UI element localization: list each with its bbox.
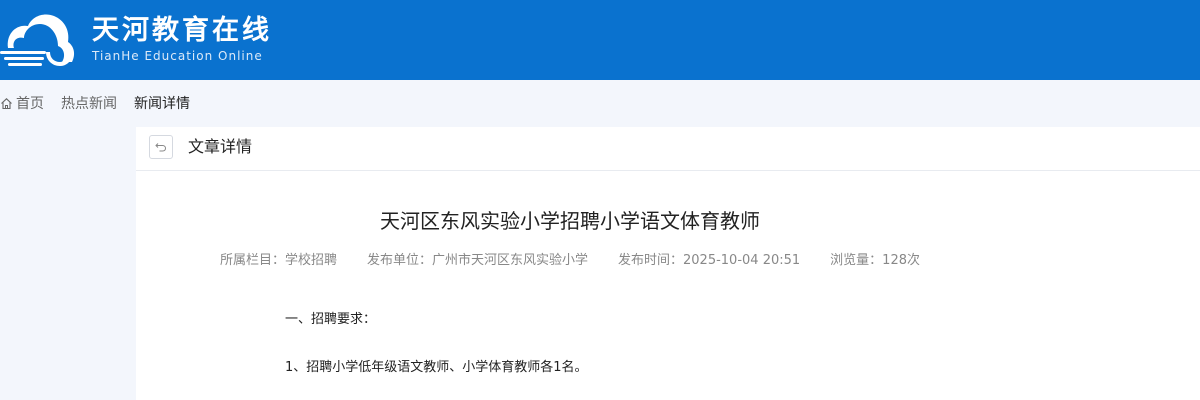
breadcrumb-section[interactable]: 热点新闻 xyxy=(61,93,117,113)
home-icon xyxy=(1,97,12,109)
meta-views: 浏览量：128次 xyxy=(830,253,920,268)
breadcrumb-current: 新闻详情 xyxy=(134,96,190,112)
back-arrow-icon xyxy=(155,143,167,152)
article-meta: 所属栏目：学校招聘 发布单位：广州市天河区东风实验小学 发布时间：2025-10… xyxy=(136,252,1004,270)
panel-header: 文章详情 xyxy=(136,127,1200,171)
brand-title[interactable]: 天河教育在线 xyxy=(92,14,272,48)
article-paragraph: 一、招聘要求： xyxy=(285,312,377,327)
brand-subtitle: TianHe Education Online xyxy=(92,49,263,63)
breadcrumb: 首页 热点新闻 新闻详情 xyxy=(0,80,1200,126)
breadcrumb-home-label: 首页 xyxy=(16,96,44,112)
cloud-logo-icon[interactable] xyxy=(0,8,80,74)
back-button[interactable] xyxy=(149,135,173,159)
panel-title: 文章详情 xyxy=(188,137,253,156)
meta-publish-time: 发布时间：2025-10-04 20:51 xyxy=(618,253,801,268)
site-header: 天河教育在线 TianHe Education Online xyxy=(0,0,1200,80)
article-paragraph: 1、招聘小学低年级语文教师、小学体育教师各1名。 xyxy=(285,360,588,375)
meta-publisher: 发布单位：广州市天河区东风实验小学 xyxy=(367,253,589,268)
meta-column: 所属栏目：学校招聘 xyxy=(219,253,337,268)
article-title: 天河区东风实验小学招聘小学语文体育教师 xyxy=(380,209,760,233)
article-panel: 文章详情 天河区东风实验小学招聘小学语文体育教师 所属栏目：学校招聘 发布单位：… xyxy=(136,127,1200,400)
breadcrumb-home[interactable]: 首页 xyxy=(0,93,44,113)
